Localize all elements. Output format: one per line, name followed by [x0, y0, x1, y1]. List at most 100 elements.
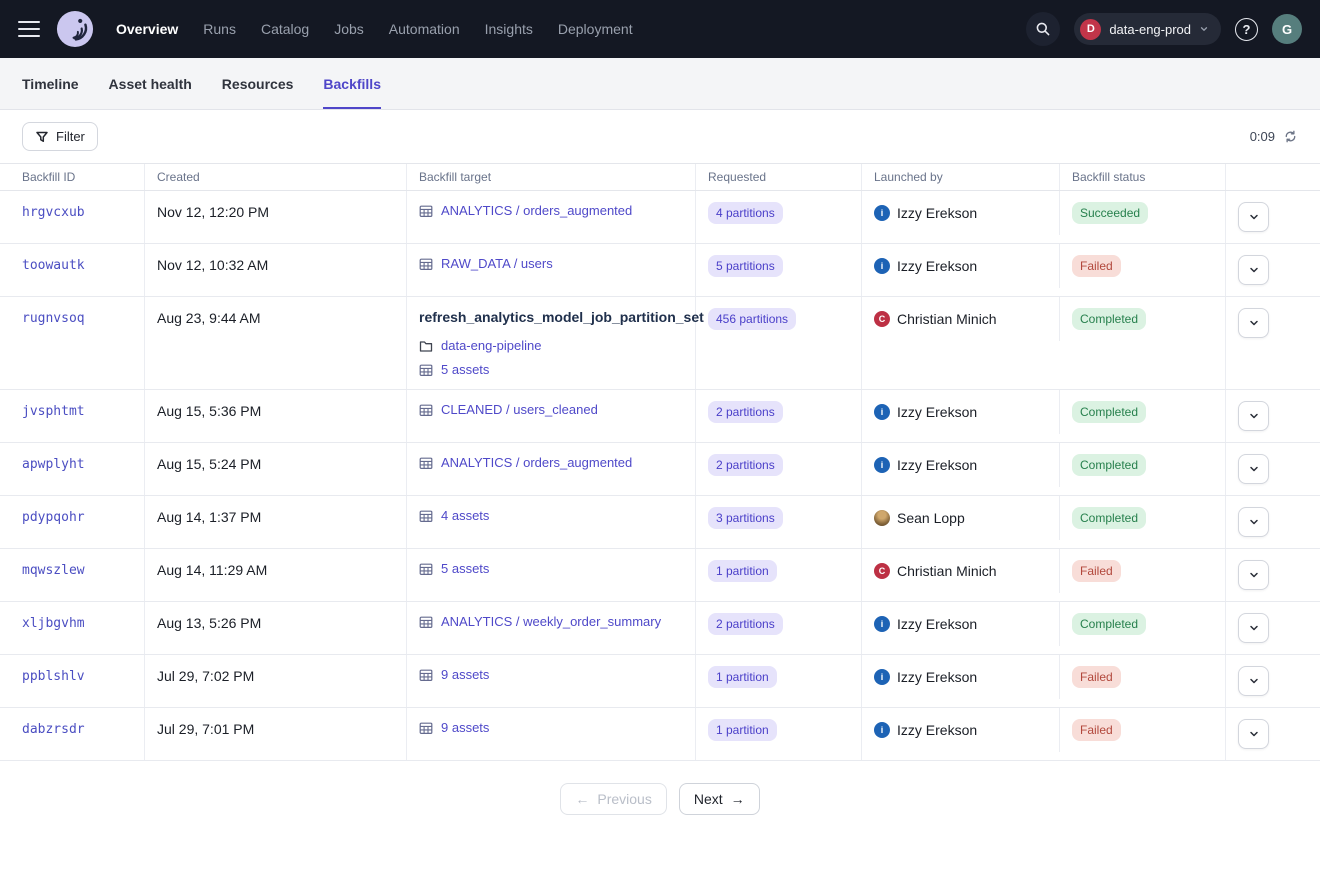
- status-badge: Failed: [1072, 719, 1121, 741]
- folder-icon: [419, 339, 433, 353]
- launched-by-name: Sean Lopp: [897, 510, 965, 526]
- backfill-target-link[interactable]: ANALYTICS / weekly_order_summary: [441, 613, 661, 630]
- asset-table-icon: [419, 509, 433, 523]
- table-row: xljbgvhm Aug 13, 5:26 PM ANALYTICS / wee…: [0, 602, 1320, 655]
- chevron-down-icon: [1248, 211, 1260, 223]
- requested-partitions-badge: 2 partitions: [708, 613, 783, 635]
- backfill-target-link[interactable]: 9 assets: [441, 719, 489, 736]
- user-avatar[interactable]: G: [1272, 14, 1302, 44]
- table-row: rugnvsoq Aug 23, 9:44 AM refresh_analyti…: [0, 297, 1320, 390]
- nav-item-overview[interactable]: Overview: [116, 21, 178, 37]
- row-actions-button[interactable]: [1238, 719, 1269, 749]
- asset-table-icon: [419, 668, 433, 682]
- avatar: i: [874, 457, 890, 473]
- tab-resources[interactable]: Resources: [222, 58, 294, 109]
- backfill-id-link[interactable]: xljbgvhm: [22, 613, 85, 634]
- avatar: i: [874, 258, 890, 274]
- target-sub-list: data-eng-pipeline 5 assets: [419, 337, 683, 378]
- backfill-target-link[interactable]: 5 assets: [441, 560, 489, 577]
- backfill-id-link[interactable]: rugnvsoq: [22, 308, 85, 329]
- table-row: ppblshlv Jul 29, 7:02 PM 9 assets 1 part…: [0, 655, 1320, 708]
- target-sub-item: 5 assets: [419, 361, 683, 378]
- target-sub-link[interactable]: 5 assets: [441, 361, 489, 378]
- backfill-id-link[interactable]: hrgvcxub: [22, 202, 85, 223]
- table-row: dabzrsdr Jul 29, 7:01 PM 9 assets 1 part…: [0, 708, 1320, 761]
- row-actions-button[interactable]: [1238, 401, 1269, 431]
- backfill-id-link[interactable]: toowautk: [22, 255, 85, 276]
- requested-partitions-badge: 4 partitions: [708, 202, 783, 224]
- hamburger-menu-icon[interactable]: [18, 21, 40, 37]
- avatar: i: [874, 669, 890, 685]
- launched-by-name: Izzy Erekson: [897, 616, 977, 632]
- table-row: pdypqohr Aug 14, 1:37 PM 4 assets 3 part…: [0, 496, 1320, 549]
- launched-by-name: Izzy Erekson: [897, 404, 977, 420]
- created-timestamp: Aug 13, 5:26 PM: [157, 613, 261, 634]
- row-actions-button[interactable]: [1238, 454, 1269, 484]
- target-sub-link[interactable]: data-eng-pipeline: [441, 337, 541, 354]
- row-actions-button[interactable]: [1238, 613, 1269, 643]
- avatar: i: [874, 205, 890, 221]
- question-mark-icon: ?: [1243, 22, 1251, 37]
- refresh-button[interactable]: [1283, 129, 1298, 144]
- help-button[interactable]: ?: [1235, 18, 1258, 41]
- backfill-id-link[interactable]: ppblshlv: [22, 666, 85, 687]
- col-header-launched-by: Launched by: [862, 164, 1060, 190]
- previous-page-button[interactable]: Previous: [560, 783, 666, 815]
- job-partition-set-link[interactable]: refresh_analytics_model_job_partition_se…: [419, 308, 683, 327]
- nav-item-automation[interactable]: Automation: [389, 21, 460, 37]
- backfill-target-link[interactable]: ANALYTICS / orders_augmented: [441, 454, 632, 471]
- filter-button[interactable]: Filter: [22, 122, 98, 151]
- row-actions-button[interactable]: [1238, 666, 1269, 696]
- backfill-id-link[interactable]: pdypqohr: [22, 507, 85, 528]
- nav-item-runs[interactable]: Runs: [203, 21, 236, 37]
- nav-item-catalog[interactable]: Catalog: [261, 21, 309, 37]
- backfill-id-link[interactable]: apwplyht: [22, 454, 85, 475]
- backfill-target-link[interactable]: 4 assets: [441, 507, 489, 524]
- filter-label: Filter: [56, 129, 85, 144]
- tab-timeline[interactable]: Timeline: [22, 58, 79, 109]
- chevron-down-icon: [1248, 463, 1260, 475]
- avatar: C: [874, 311, 890, 327]
- workspace-switcher[interactable]: D data-eng-prod: [1074, 13, 1221, 45]
- row-actions-button[interactable]: [1238, 255, 1269, 285]
- row-actions-button[interactable]: [1238, 308, 1269, 338]
- row-actions-button[interactable]: [1238, 507, 1269, 537]
- backfill-target-link[interactable]: 9 assets: [441, 666, 489, 683]
- asset-table-icon: [419, 562, 433, 576]
- nav-item-jobs[interactable]: Jobs: [334, 21, 364, 37]
- row-actions-button[interactable]: [1238, 560, 1269, 590]
- search-button[interactable]: [1026, 12, 1060, 46]
- target-simple: ANALYTICS / orders_augmented: [419, 202, 683, 219]
- row-actions-button[interactable]: [1238, 202, 1269, 232]
- launched-by-name: Christian Minich: [897, 311, 997, 327]
- backfill-id-link[interactable]: mqwszlew: [22, 560, 85, 581]
- backfill-id-link[interactable]: jvsphtmt: [22, 401, 85, 422]
- target-simple: 4 assets: [419, 507, 683, 524]
- launched-by-name: Izzy Erekson: [897, 669, 977, 685]
- arrow-right-icon: [731, 791, 745, 807]
- tab-backfills[interactable]: Backfills: [323, 58, 381, 109]
- table-row: apwplyht Aug 15, 5:24 PM ANALYTICS / ord…: [0, 443, 1320, 496]
- backfill-target-link[interactable]: RAW_DATA / users: [441, 255, 553, 272]
- avatar: i: [874, 404, 890, 420]
- chevron-down-icon: [1248, 675, 1260, 687]
- nav-item-deployment[interactable]: Deployment: [558, 21, 633, 37]
- top-nav: Overview Runs Catalog Jobs Automation Insight…: [0, 0, 1320, 58]
- requested-partitions-badge: 1 partition: [708, 666, 777, 688]
- created-timestamp: Aug 23, 9:44 AM: [157, 308, 261, 329]
- workspace-name: data-eng-prod: [1109, 22, 1191, 37]
- backfill-target-link[interactable]: CLEANED / users_cleaned: [441, 401, 598, 418]
- backfill-target-link[interactable]: ANALYTICS / orders_augmented: [441, 202, 632, 219]
- status-badge: Failed: [1072, 560, 1121, 582]
- nav-item-insights[interactable]: Insights: [485, 21, 533, 37]
- next-page-button[interactable]: Next: [679, 783, 760, 815]
- created-timestamp: Aug 14, 11:29 AM: [157, 560, 267, 581]
- table-body: hrgvcxub Nov 12, 12:20 PM ANALYTICS / or…: [0, 191, 1320, 761]
- col-header-backfill-status: Backfill status: [1060, 164, 1226, 190]
- chevron-down-icon: [1199, 24, 1209, 34]
- requested-partitions-badge: 1 partition: [708, 560, 777, 582]
- asset-table-icon: [419, 615, 433, 629]
- dagster-logo[interactable]: [56, 10, 94, 48]
- backfill-id-link[interactable]: dabzrsdr: [22, 719, 85, 740]
- tab-asset-health[interactable]: Asset health: [109, 58, 192, 109]
